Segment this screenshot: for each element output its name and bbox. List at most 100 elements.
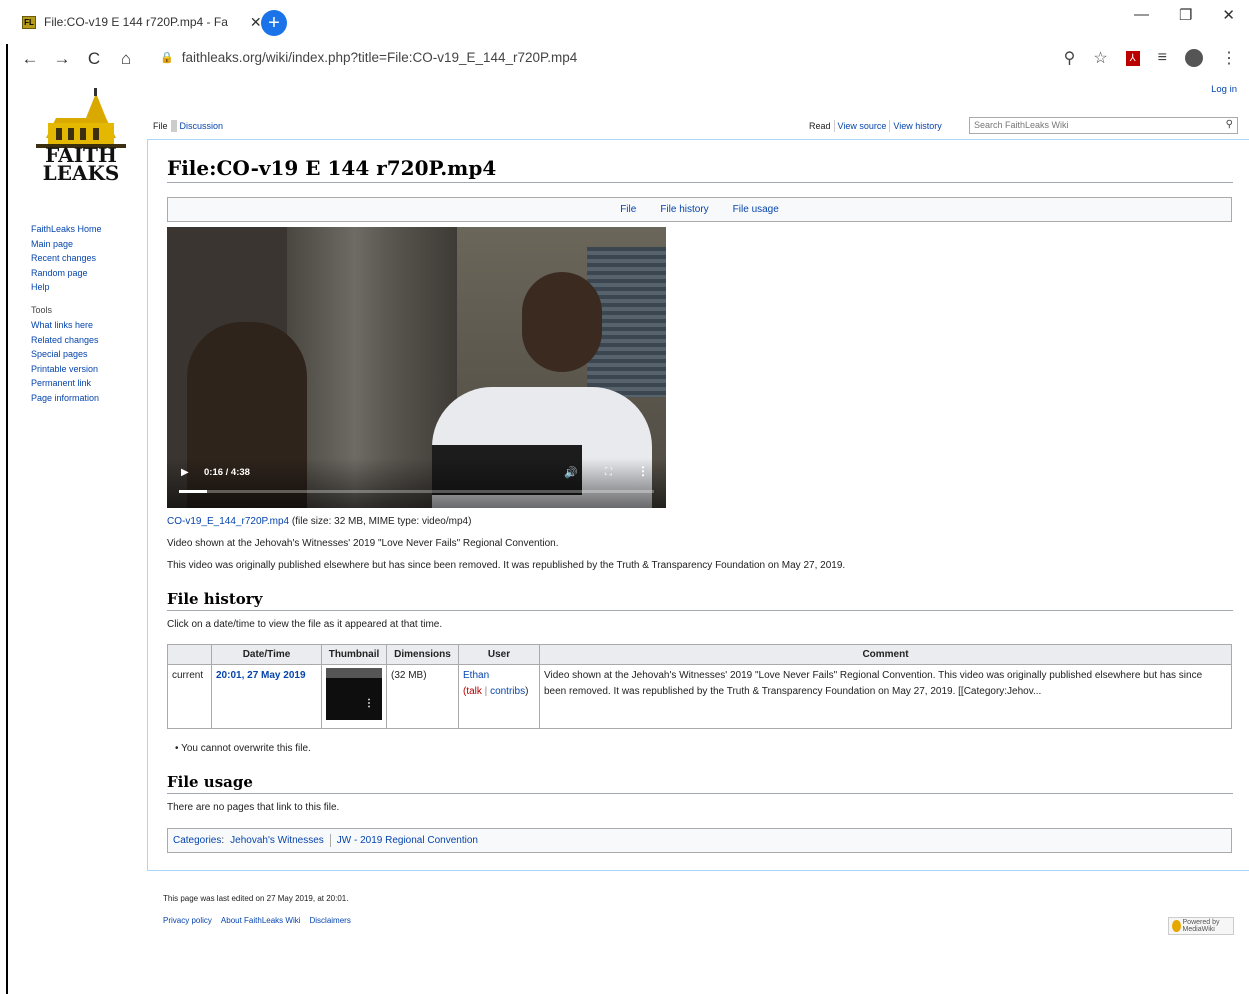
search-input[interactable]: Search FaithLeaks Wiki ⚲ xyxy=(969,117,1238,134)
footer-privacy-link[interactable]: Privacy policy xyxy=(163,916,212,925)
zoom-icon[interactable]: ⚲ xyxy=(1064,48,1076,68)
sidebar-item-recent-changes[interactable]: Recent changes xyxy=(31,251,102,266)
sidebar-item-printable-version[interactable]: Printable version xyxy=(31,362,102,377)
file-download-link[interactable]: CO-v19_E_144_r720P.mp4 xyxy=(167,516,289,527)
home-icon[interactable]: ⌂ xyxy=(110,49,142,69)
sidebar-item-what-links-here[interactable]: What links here xyxy=(31,318,102,333)
pdf-extension-icon[interactable]: ⅄ xyxy=(1125,50,1140,66)
footer-links: Privacy policy About FaithLeaks Wiki Dis… xyxy=(163,916,351,925)
tab-view-history-label: View history xyxy=(893,121,942,131)
logo-text: FAITH LEAKS xyxy=(36,145,126,185)
file-description-2: This video was originally published else… xyxy=(167,560,846,571)
page-title: File:CO-v19 E 144 r720P.mp4 xyxy=(167,156,497,180)
thumbnail-cell: ⋮ xyxy=(321,664,387,729)
video-player[interactable]: ▶ 0:16 / 4:38 🔊 ⛶ ⋮ xyxy=(167,227,666,508)
table-header: Comment xyxy=(539,644,1232,665)
address-bar: ← → C ⌂ 🔒 faithleaks.org/wiki/index.php?… xyxy=(0,44,1249,74)
categories-label-link[interactable]: Categories xyxy=(173,835,221,846)
user-link[interactable]: Ethan xyxy=(463,670,489,681)
user-contribs-link[interactable]: contribs xyxy=(490,686,525,697)
sidebar-navigation: FaithLeaks Home Main page Recent changes… xyxy=(31,222,102,405)
categories-colon: : xyxy=(221,835,225,846)
table-header xyxy=(167,644,212,665)
category-separator xyxy=(329,834,331,847)
toc-file-history-link[interactable]: File history xyxy=(660,204,708,215)
toc-file-link[interactable]: File xyxy=(620,204,636,215)
minimize-icon[interactable]: — xyxy=(1134,6,1149,24)
reading-list-icon[interactable]: ≡ xyxy=(1158,49,1167,67)
browser-menu-icon[interactable]: ⋮ xyxy=(1221,48,1237,68)
footer-disclaimers-link[interactable]: Disclaimers xyxy=(310,916,351,925)
logo-line-2: LEAKS xyxy=(42,161,120,185)
thumbnail-image[interactable]: ⋮ xyxy=(326,668,382,720)
login-link[interactable]: Log in xyxy=(1211,84,1237,95)
window-edge xyxy=(6,44,8,994)
file-history-heading: File history xyxy=(167,590,263,608)
forward-icon[interactable]: → xyxy=(46,49,78,69)
reload-icon[interactable]: C xyxy=(78,49,110,69)
back-icon[interactable]: ← xyxy=(14,49,46,69)
tab-discussion[interactable]: Discussion xyxy=(177,121,227,131)
play-icon[interactable]: ▶ xyxy=(181,467,189,478)
dimensions-cell: (32 MB) xyxy=(386,664,459,729)
browser-tab[interactable]: FL File:CO-v19 E 144 r720P.mp4 - Fa ✕ xyxy=(22,8,262,36)
tab-view-history[interactable]: View history xyxy=(890,121,944,131)
thumbnail-top-strip xyxy=(326,668,382,678)
file-info: CO-v19_E_144_r720P.mp4 (file size: 32 MB… xyxy=(167,516,471,527)
table-header: User xyxy=(458,644,540,665)
sidebar-item-random-page[interactable]: Random page xyxy=(31,266,102,281)
sidebar-item-faithleaks-home[interactable]: FaithLeaks Home xyxy=(31,222,102,237)
table-header: Thumbnail xyxy=(321,644,387,665)
category-links: Categories: Jehovah's Witnesses JW - 201… xyxy=(167,828,1232,853)
url-text: faithleaks.org/wiki/index.php?title=File… xyxy=(181,50,578,65)
category-link-jw-2019-convention[interactable]: JW - 2019 Regional Convention xyxy=(337,835,478,846)
powered-by-mediawiki-badge[interactable]: Powered by MediaWiki xyxy=(1168,917,1234,935)
sidebar-item-page-information[interactable]: Page information xyxy=(31,391,102,406)
table-header: Dimensions xyxy=(386,644,459,665)
sidebar-item-permanent-link[interactable]: Permanent link xyxy=(31,376,102,391)
restore-icon[interactable]: ❐ xyxy=(1179,6,1192,24)
site-logo[interactable]: FAITH LEAKS xyxy=(36,88,126,188)
profile-avatar-icon[interactable] xyxy=(1185,49,1203,67)
fullscreen-icon[interactable]: ⛶ xyxy=(605,467,612,478)
lock-icon: 🔒 xyxy=(160,52,174,64)
category-link-jehovahs-witnesses[interactable]: Jehovah's Witnesses xyxy=(230,835,324,846)
video-frame-person-right-head xyxy=(522,272,602,372)
title-divider xyxy=(167,182,1233,183)
sidebar-item-related-changes[interactable]: Related changes xyxy=(31,333,102,348)
user-cell: Ethan (talk | contribs) xyxy=(458,664,540,729)
tab-file[interactable]: File xyxy=(150,121,171,131)
video-controls: ▶ 0:16 / 4:38 🔊 ⛶ ⋮ xyxy=(167,458,666,508)
bookmark-star-icon[interactable]: ☆ xyxy=(1093,48,1107,68)
sidebar-item-help[interactable]: Help xyxy=(31,280,102,295)
namespace-tabs: File Discussion xyxy=(150,120,226,132)
close-window-icon[interactable]: ✕ xyxy=(1222,6,1235,24)
toc-file-usage-link[interactable]: File usage xyxy=(733,204,779,215)
search-placeholder: Search FaithLeaks Wiki xyxy=(974,120,1069,130)
site-favicon-icon: FL xyxy=(22,15,36,29)
new-tab-button[interactable]: + xyxy=(261,10,287,36)
user-talk-link[interactable]: talk xyxy=(466,686,482,697)
tab-close-icon[interactable]: ✕ xyxy=(250,14,262,31)
url-field[interactable]: 🔒 faithleaks.org/wiki/index.php?title=Fi… xyxy=(160,50,577,65)
tab-discussion-label: Discussion xyxy=(179,121,224,131)
datetime-link[interactable]: 20:01, 27 May 2019 xyxy=(216,670,306,681)
table-row: current 20:01, 27 May 2019 ⋮ (32 MB) Eth… xyxy=(167,664,1232,729)
tab-view-source[interactable]: View source xyxy=(835,121,890,131)
sidebar-item-special-pages[interactable]: Special pages xyxy=(31,347,102,362)
file-usage-text: There are no pages that link to this fil… xyxy=(167,802,340,813)
table-header-row: Date/Time Thumbnail Dimensions User Comm… xyxy=(167,644,1232,665)
more-options-icon[interactable]: ⋮ xyxy=(637,464,649,478)
browser-toolbar-icons: ⚲ ☆ ⅄ ≡ ⋮ xyxy=(1064,48,1237,68)
video-progress-track[interactable] xyxy=(179,490,654,493)
sidebar-item-main-page[interactable]: Main page xyxy=(31,237,102,252)
footer-about-link[interactable]: About FaithLeaks Wiki xyxy=(221,916,301,925)
video-time: 0:16 / 4:38 xyxy=(204,467,250,478)
footer-last-edited: This page was last edited on 27 May 2019… xyxy=(163,894,349,903)
volume-icon[interactable]: 🔊 xyxy=(564,466,578,479)
search-icon[interactable]: ⚲ xyxy=(1226,119,1233,130)
tab-read[interactable]: Read xyxy=(806,121,834,131)
file-toc: File File history File usage xyxy=(167,197,1232,222)
thumbnail-menu-icon: ⋮ xyxy=(364,698,374,709)
comment-cell: Video shown at the Jehovah's Witnesses' … xyxy=(539,664,1232,729)
